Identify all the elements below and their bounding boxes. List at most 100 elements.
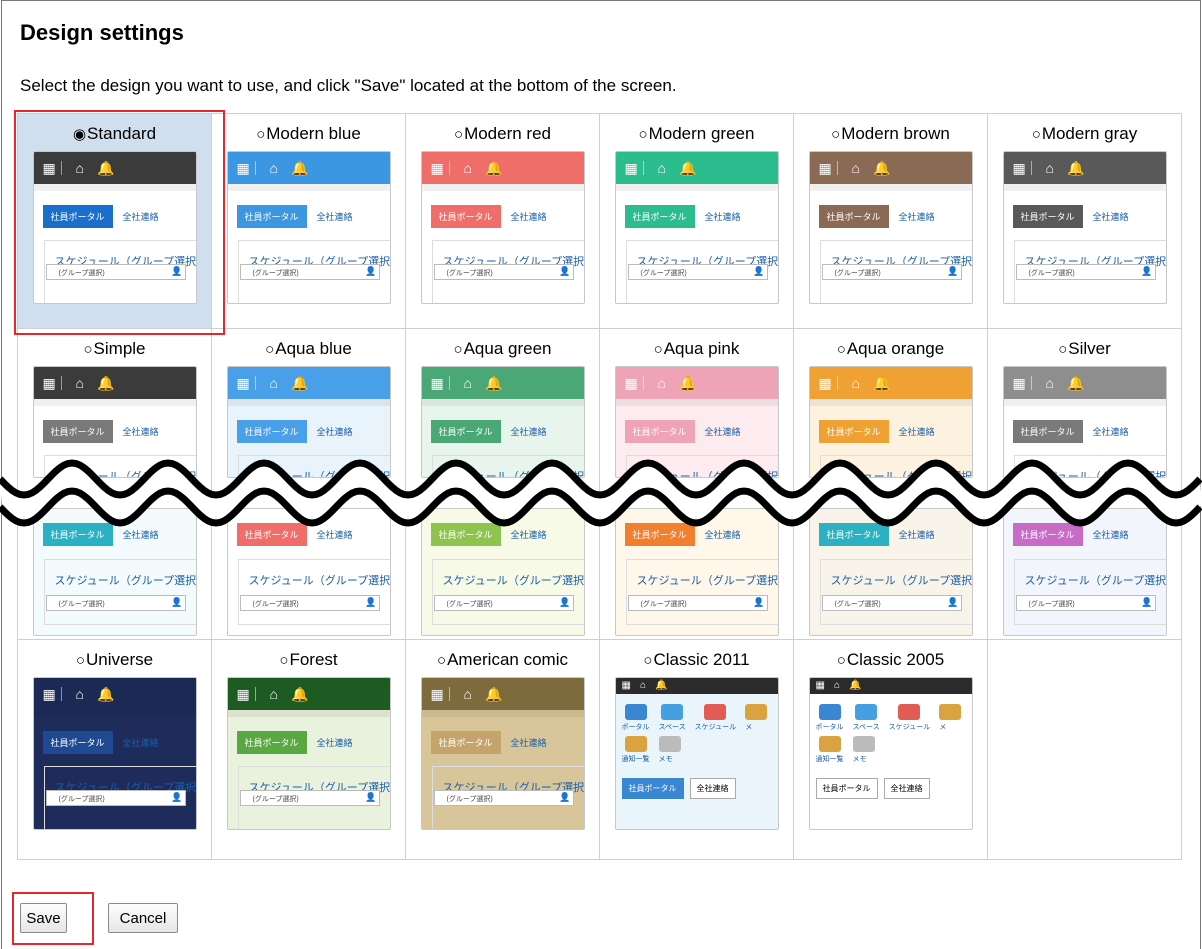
preview-schedule-panel: スケジュール（グループ選択）: [43, 455, 196, 477]
design-option-aqua-orange[interactable]: ○Aqua orange▦⌂🔔社員ポータル全社連絡スケジュール（グループ選択）(…: [793, 328, 988, 640]
design-option-standard[interactable]: ◉Standard ▦ ⌂ 🔔 社員ポータル 全社連絡 スケジュール（グループ選択） (グルー…: [14, 110, 225, 335]
design-radio-option[interactable]: ○Simple: [18, 339, 211, 359]
radio-unselected-icon[interactable]: ○: [454, 126, 463, 143]
design-radio-option[interactable]: ○Aqua green: [406, 339, 599, 359]
preview-group-select-text: (グループ選択): [446, 270, 493, 277]
apps-grid-icon: ▦: [43, 687, 62, 701]
apps-grid-icon: ▦: [431, 161, 450, 175]
radio-selected-icon[interactable]: ◉: [73, 126, 86, 143]
preview-header-bar: ▦ ⌂ 🔔: [421, 367, 584, 399]
design-radio-option[interactable]: ◉Standard: [18, 124, 211, 144]
radio-unselected-icon[interactable]: ○: [265, 341, 274, 358]
radio-unselected-icon[interactable]: ○: [831, 126, 840, 143]
design-option-aqua-green[interactable]: ○Aqua green▦⌂🔔社員ポータル全社連絡スケジュール（グループ選択）(グ…: [405, 328, 600, 640]
design-preview-thumbnail: ▦⌂🔔社員ポータル全社連絡スケジュール（グループ選択）(グループ選択)👤: [226, 151, 391, 304]
design-preview-thumbnail-lower: 社員ポータル 全社連絡 スケジュール（グループ選択） (グループ選択) 👤: [226, 508, 391, 636]
design-label: Modern gray: [1041, 124, 1138, 143]
preview-schedule-title: スケジュール（グループ選択）: [636, 575, 779, 587]
radio-unselected-icon[interactable]: ○: [1058, 341, 1067, 358]
preview-header-bar: ▦ ⌂ 🔔: [33, 152, 196, 184]
preview-app-label: スケジュール: [888, 724, 931, 731]
apps-grid-icon: ▦: [1013, 376, 1032, 390]
preview-tab-portal: 社員ポータル: [621, 778, 684, 799]
design-option-american-comic[interactable]: ○American comic ▦ ⌂ 🔔 社員ポータル 全社連絡 スケジュール（グループ選…: [405, 639, 600, 860]
design-label: American comic: [447, 650, 568, 669]
design-option-modern-green[interactable]: ○Modern green ▦ ⌂ 🔔 社員ポータル 全社連絡 スケジュール（グループ選択）…: [599, 113, 794, 329]
design-option-aqua-pink[interactable]: ○Aqua pink ▦⌂🔔社員ポータル全社連絡スケジュール（グループ選択）(グル…: [599, 328, 794, 640]
radio-unselected-icon[interactable]: ○: [643, 652, 652, 669]
preview-group-select-text: (グループ選択): [252, 601, 299, 608]
design-label: Classic 2011: [653, 650, 750, 669]
preview-tab-portal: 社員ポータル: [815, 778, 878, 799]
preview-group-select: (グループ選択) 👤: [239, 264, 380, 280]
design-preview-thumbnail: ▦⌂🔔社員ポータル全社連絡スケジュール（グループ選択）(グループ選択)👤: [614, 366, 779, 478]
design-preview-thumbnail-lower: 社員ポータル 全社連絡 スケジュール（グループ選択） (グループ選択) 👤: [32, 508, 197, 636]
design-label: Standard: [87, 124, 157, 143]
design-radio-option[interactable]: ○Aqua blue: [212, 339, 405, 359]
design-radio-option[interactable]: ○Aqua pink: [600, 339, 793, 359]
radio-unselected-icon[interactable]: ○: [279, 652, 288, 669]
design-radio-option[interactable]: ○Modern gray: [988, 124, 1181, 144]
preview-tab-portal: 社員ポータル: [236, 205, 307, 228]
design-label: Classic 2005: [846, 650, 945, 669]
design-option-modern-red[interactable]: ○Modern red ▦ ⌂ 🔔 社員ポータル 全社連絡 スケジュール（グループ選択） (グ…: [405, 113, 600, 329]
design-option-classic-2011[interactable]: ○Classic 2011 ▦ ⌂ 🔔 ポータル スペース スケジュール メ通知一覧 メモ 社員ポ…: [599, 639, 794, 860]
radio-unselected-icon[interactable]: ○: [837, 341, 846, 358]
design-option-aqua-blue[interactable]: ○Aqua blue▦⌂🔔社員ポータル全社連絡スケジュール（グループ選択）(グル…: [211, 328, 406, 640]
preview-tab-portal: 社員ポータル: [624, 420, 695, 443]
user-icon: 👤: [559, 597, 571, 607]
preview-header-bar: ▦ ⌂ 🔔: [615, 152, 778, 184]
preview-tab-notice: 全社連絡: [689, 778, 736, 799]
design-preview-thumbnail: ▦⌂🔔社員ポータル全社連絡スケジュール（グループ選択）(グループ選択)👤: [1002, 151, 1167, 304]
design-option-forest[interactable]: ○Forest ▦ ⌂ 🔔 社員ポータル 全社連絡 スケジュール（グループ選択） (グループ選…: [211, 639, 406, 860]
design-preview-thumbnail: ▦ ⌂ 🔔 ポータル スペース スケジュール メ通知一覧 メモ 社員ポータル 全社連絡: [808, 677, 973, 830]
design-radio-option[interactable]: ○Classic 2005: [794, 650, 987, 670]
radio-unselected-icon[interactable]: ○: [256, 126, 265, 143]
design-radio-option[interactable]: ○Aqua orange: [794, 339, 987, 359]
preview-tab-portal: 社員ポータル: [236, 523, 307, 546]
preview-subheader: [421, 184, 584, 191]
user-icon: 👤: [171, 597, 183, 607]
design-radio-option[interactable]: ○Silver: [988, 339, 1181, 359]
design-radio-option[interactable]: ○Universe: [18, 650, 211, 670]
preview-tab-portal: 社員ポータル: [430, 731, 501, 754]
preview-header-bar: ▦ ⌂ 🔔: [1003, 367, 1166, 399]
user-icon: 👤: [365, 266, 377, 276]
design-radio-option[interactable]: ○Modern red: [406, 124, 599, 144]
cancel-button[interactable]: Cancel: [108, 903, 178, 933]
design-option-modern-blue[interactable]: ○Modern blue ▦ ⌂ 🔔 社員ポータル 全社連絡 スケジュール（グループ選択）(…: [211, 113, 406, 329]
design-option-modern-gray[interactable]: ○Modern gray ▦ ⌂ 🔔 社員ポータル 全社連絡 スケジュール（グループ選択）(…: [987, 113, 1182, 329]
design-option-modern-brown[interactable]: ○Modern brown ▦ ⌂ 🔔 社員ポータル 全社連絡 スケジュール（グループ選択）…: [793, 113, 988, 329]
radio-unselected-icon[interactable]: ○: [454, 341, 463, 358]
design-option-universe[interactable]: ○Universe ▦ ⌂ 🔔 社員ポータル 全社連絡 スケジュール（グループ選択） (グルー…: [17, 639, 212, 860]
preview-group-select-text: (グループ選択): [1028, 270, 1075, 277]
preview-body: ポータル スペース スケジュール メ通知一覧 メモ 社員ポータル 全社連絡: [810, 694, 972, 805]
preview-schedule-title: スケジュール（グループ選択）: [248, 575, 391, 587]
radio-unselected-icon[interactable]: ○: [654, 341, 663, 358]
radio-unselected-icon[interactable]: ○: [437, 652, 446, 669]
preview-tabs-lower: 社員ポータル 全社連絡: [1012, 523, 1166, 546]
radio-unselected-icon[interactable]: ○: [1032, 126, 1041, 143]
design-radio-option[interactable]: ○Modern green: [600, 124, 793, 144]
design-radio-option[interactable]: ○American comic: [406, 650, 599, 670]
design-option-silver[interactable]: ○Silver▦⌂🔔社員ポータル全社連絡スケジュール（グループ選択）(グループ選…: [987, 328, 1182, 640]
design-radio-option[interactable]: ○Forest: [212, 650, 405, 670]
preview-header-bar: ▦ ⌂ 🔔: [227, 678, 390, 710]
design-radio-option[interactable]: ○Modern brown: [794, 124, 987, 144]
preview-tab-notice: 全社連絡: [704, 212, 741, 222]
design-option-simple[interactable]: ○Simple▦⌂🔔社員ポータル全社連絡スケジュール（グループ選択）(グループ選…: [17, 328, 212, 640]
preview-tab-notice: 全社連絡: [510, 530, 547, 540]
save-button[interactable]: Save: [20, 903, 67, 933]
radio-unselected-icon[interactable]: ○: [639, 126, 648, 143]
design-option-classic-2005[interactable]: ○Classic 2005 ▦ ⌂ 🔔 ポータル スペース スケジュール メ通知一覧 メモ 社員ポ…: [793, 639, 988, 860]
radio-unselected-icon[interactable]: ○: [76, 652, 85, 669]
preview-tabs: 社員ポータル 全社連絡: [621, 778, 772, 799]
design-radio-option[interactable]: ○Classic 2011: [600, 650, 793, 670]
home-icon: ⌂: [75, 375, 84, 391]
preview-header-bar: ▦ ⌂ 🔔: [1003, 152, 1166, 184]
radio-unselected-icon[interactable]: ○: [837, 652, 846, 669]
design-radio-option[interactable]: ○Modern blue: [212, 124, 405, 144]
apps-grid-icon: ▦: [237, 687, 256, 701]
radio-unselected-icon[interactable]: ○: [83, 341, 92, 358]
preview-tabs-lower: 社員ポータル 全社連絡: [42, 523, 196, 546]
